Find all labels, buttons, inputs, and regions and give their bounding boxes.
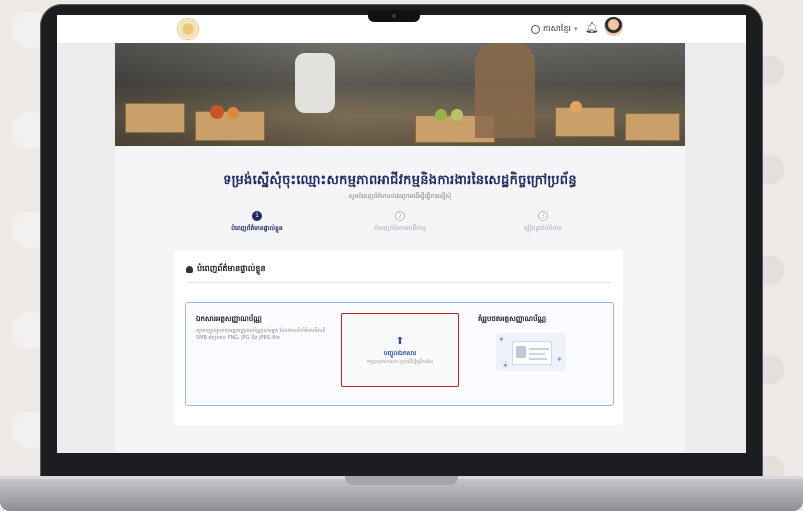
step-business-info[interactable]: 2 បំពេញព័ត៌មានអាជីវកម្ម [340, 211, 460, 233]
step-label: បំពេញព័ត៌មានផ្ទាល់ខ្លួន [231, 225, 283, 232]
upload-label: បញ្ចូលឯកសារ [383, 350, 417, 357]
id-document-description: សូមបញ្ចូលរូបភាពអត្តសញ្ញាណប័ណ្ណរបស់អ្នក ដ… [196, 328, 326, 341]
upload-hint: ទាញទម្លាក់ឯកសារ ឬចុចដើម្បីជ្រើសរើស [366, 360, 434, 365]
id-photo-placeholder [516, 346, 526, 358]
step-personal-info[interactable]: 1 បំពេញព័ត៌មានផ្ទាល់ខ្លួន [197, 211, 317, 233]
camera-lens [392, 14, 396, 18]
hero-banner-image [115, 43, 685, 146]
card-title-text: បំពេញព័ត៌មានផ្ទាល់ខ្លួន [197, 264, 266, 273]
laptop-opening-notch [345, 476, 458, 485]
page-title: ទម្រង់ស្នើសុំចុះឈ្មោះសកម្មភាពអាជីវកម្មនិ… [223, 173, 577, 188]
camera-notch [368, 10, 420, 22]
step-number: 2 [395, 211, 405, 221]
laptop-screen: ភាសាខ្មែរ ▾ 🔔︎ ទម្រង់ស្នើសុំចុះឈ្មោះសកម្… [57, 15, 746, 453]
sparkle-icon: ✦ [498, 335, 505, 344]
user-icon [186, 265, 193, 273]
form-content-area: ទម្រង់ស្នើសុំចុះឈ្មោះសកម្មភាពអាជីវកម្មនិ… [115, 146, 685, 453]
avatar[interactable] [604, 17, 623, 36]
personal-info-card: បំពេញព័ត៌មានផ្ទាល់ខ្លួន ឯកសារអត្តសញ្ញាណប… [174, 250, 623, 425]
upload-icon: ⬆ [395, 336, 405, 347]
sample-id-title: គំរូរូបថតអត្តសញ្ញាណប័ណ្ណ [478, 315, 547, 323]
bell-icon[interactable]: 🔔︎ [585, 21, 599, 34]
language-selector[interactable]: ភាសាខ្មែរ ▾ [531, 23, 577, 35]
sparkle-icon: ✦ [502, 361, 509, 370]
sparkle-icon: ✦ [556, 355, 563, 364]
id-document-panel: ឯកសារអត្តសញ្ញាណប័ណ្ណ សូមបញ្ចូលរូបភាពអត្ត… [185, 302, 614, 406]
chevron-down-icon: ▾ [573, 25, 578, 33]
globe-icon [531, 24, 540, 34]
id-document-title: ឯកសារអត្តសញ្ញាណប័ណ្ណ [196, 315, 262, 323]
id-card-illustration [512, 341, 552, 365]
step-number: 3 [538, 211, 548, 221]
page-subtitle: សូមបំពេញព័ត៌មានខាងក្រោមដើម្បីធ្វើការស្នើ… [348, 193, 452, 200]
step-label: បំពេញព័ត៌មានអាជីវកម្ម [374, 225, 426, 232]
step-label: ផ្ទៀងផ្ទាត់ព័ត៌មាន [524, 225, 562, 232]
sample-id-image: ✦ ✦ ✦ [496, 333, 566, 371]
step-verify[interactable]: 3 ផ្ទៀងផ្ទាត់ព័ត៌មាន [483, 211, 603, 233]
card-title: បំពេញព័ត៌មានផ្ទាល់ខ្លួន [186, 263, 266, 275]
divider [186, 282, 611, 283]
language-label: ភាសាខ្មែរ [543, 24, 571, 33]
upload-dropzone[interactable]: ⬆ បញ្ចូលឯកសារ ទាញទម្លាក់ឯកសារ ឬចុចដើម្បី… [341, 313, 459, 387]
step-number: 1 [252, 211, 262, 221]
ministry-logo[interactable] [177, 18, 199, 40]
